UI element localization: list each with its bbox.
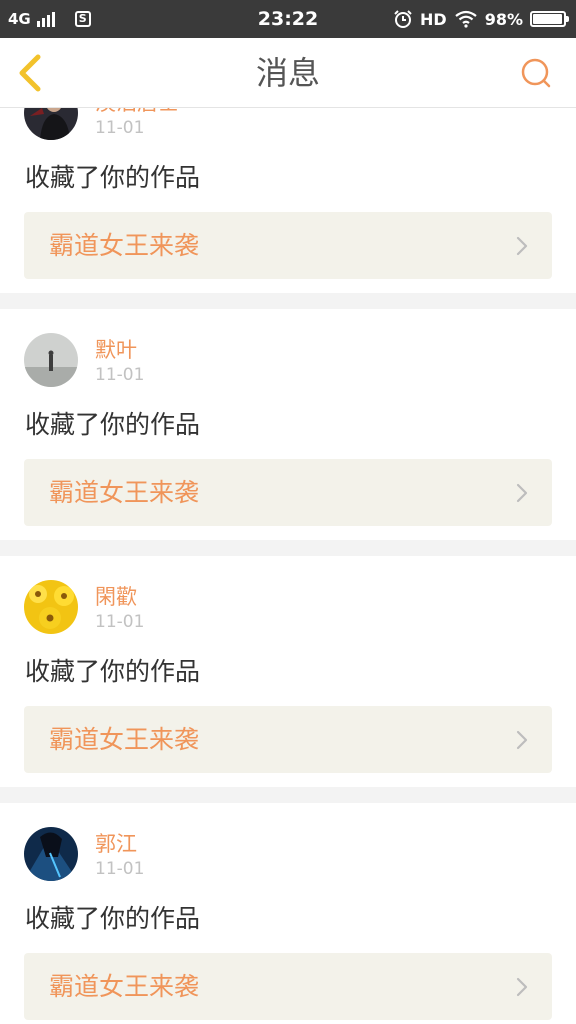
notification-list: 淡泊居士 11-01 收藏了你的作品 霸道女王来袭 默叶 11-0 (0, 108, 576, 1024)
battery-percent: 98% (484, 9, 523, 29)
action-text: 收藏了你的作品 (25, 657, 201, 686)
notification-date: 11-01 (95, 859, 145, 879)
work-title: 霸道女王来袭 (49, 972, 200, 1001)
chevron-right-icon (516, 730, 528, 750)
avatar[interactable] (24, 580, 78, 634)
work-title: 霸道女王来袭 (49, 725, 200, 754)
action-text: 收藏了你的作品 (25, 904, 201, 933)
alarm-icon (394, 10, 412, 28)
work-title: 霸道女王来袭 (49, 231, 200, 260)
notification-card: 郭江 11-01 收藏了你的作品 霸道女王来袭 (0, 803, 576, 1024)
status-bar: 4G S 23:22 HD 98% (0, 0, 576, 38)
user-name[interactable]: 淡泊居士 (95, 108, 179, 117)
user-name[interactable]: 默叶 (95, 334, 137, 364)
chevron-right-icon (516, 483, 528, 503)
work-link[interactable]: 霸道女王来袭 (24, 212, 552, 279)
notification-date: 11-01 (95, 612, 145, 632)
battery-icon (530, 11, 569, 27)
user-name[interactable]: 閑歡 (95, 581, 137, 611)
search-icon (521, 58, 551, 88)
avatar[interactable] (24, 333, 78, 387)
notification-card: 閑歡 11-01 收藏了你的作品 霸道女王来袭 (0, 556, 576, 787)
status-right: HD 98% (393, 0, 569, 38)
wifi-icon (455, 10, 477, 28)
work-link[interactable]: 霸道女王来袭 (24, 953, 552, 1020)
search-button[interactable] (520, 57, 554, 91)
notification-feed[interactable]: 淡泊居士 11-01 收藏了你的作品 霸道女王来袭 默叶 11-0 (0, 108, 576, 1024)
notification-date: 11-01 (95, 365, 145, 385)
action-text: 收藏了你的作品 (25, 163, 201, 192)
work-title: 霸道女王来袭 (49, 478, 200, 507)
nav-bar: 消息 (0, 38, 576, 108)
work-link[interactable]: 霸道女王来袭 (24, 706, 552, 773)
chevron-right-icon (516, 236, 528, 256)
notification-card: 淡泊居士 11-01 收藏了你的作品 霸道女王来袭 (0, 108, 576, 293)
user-name[interactable]: 郭江 (95, 828, 137, 858)
chevron-right-icon (516, 977, 528, 997)
work-link[interactable]: 霸道女王来袭 (24, 459, 552, 526)
notification-card: 默叶 11-01 收藏了你的作品 霸道女王来袭 (0, 309, 576, 540)
action-text: 收藏了你的作品 (25, 410, 201, 439)
hd-label: HD (420, 9, 447, 29)
page-title: 消息 (255, 54, 320, 92)
avatar[interactable] (24, 827, 78, 881)
battery-fill (533, 14, 563, 24)
notification-date: 11-01 (95, 118, 145, 138)
avatar[interactable] (24, 108, 78, 140)
